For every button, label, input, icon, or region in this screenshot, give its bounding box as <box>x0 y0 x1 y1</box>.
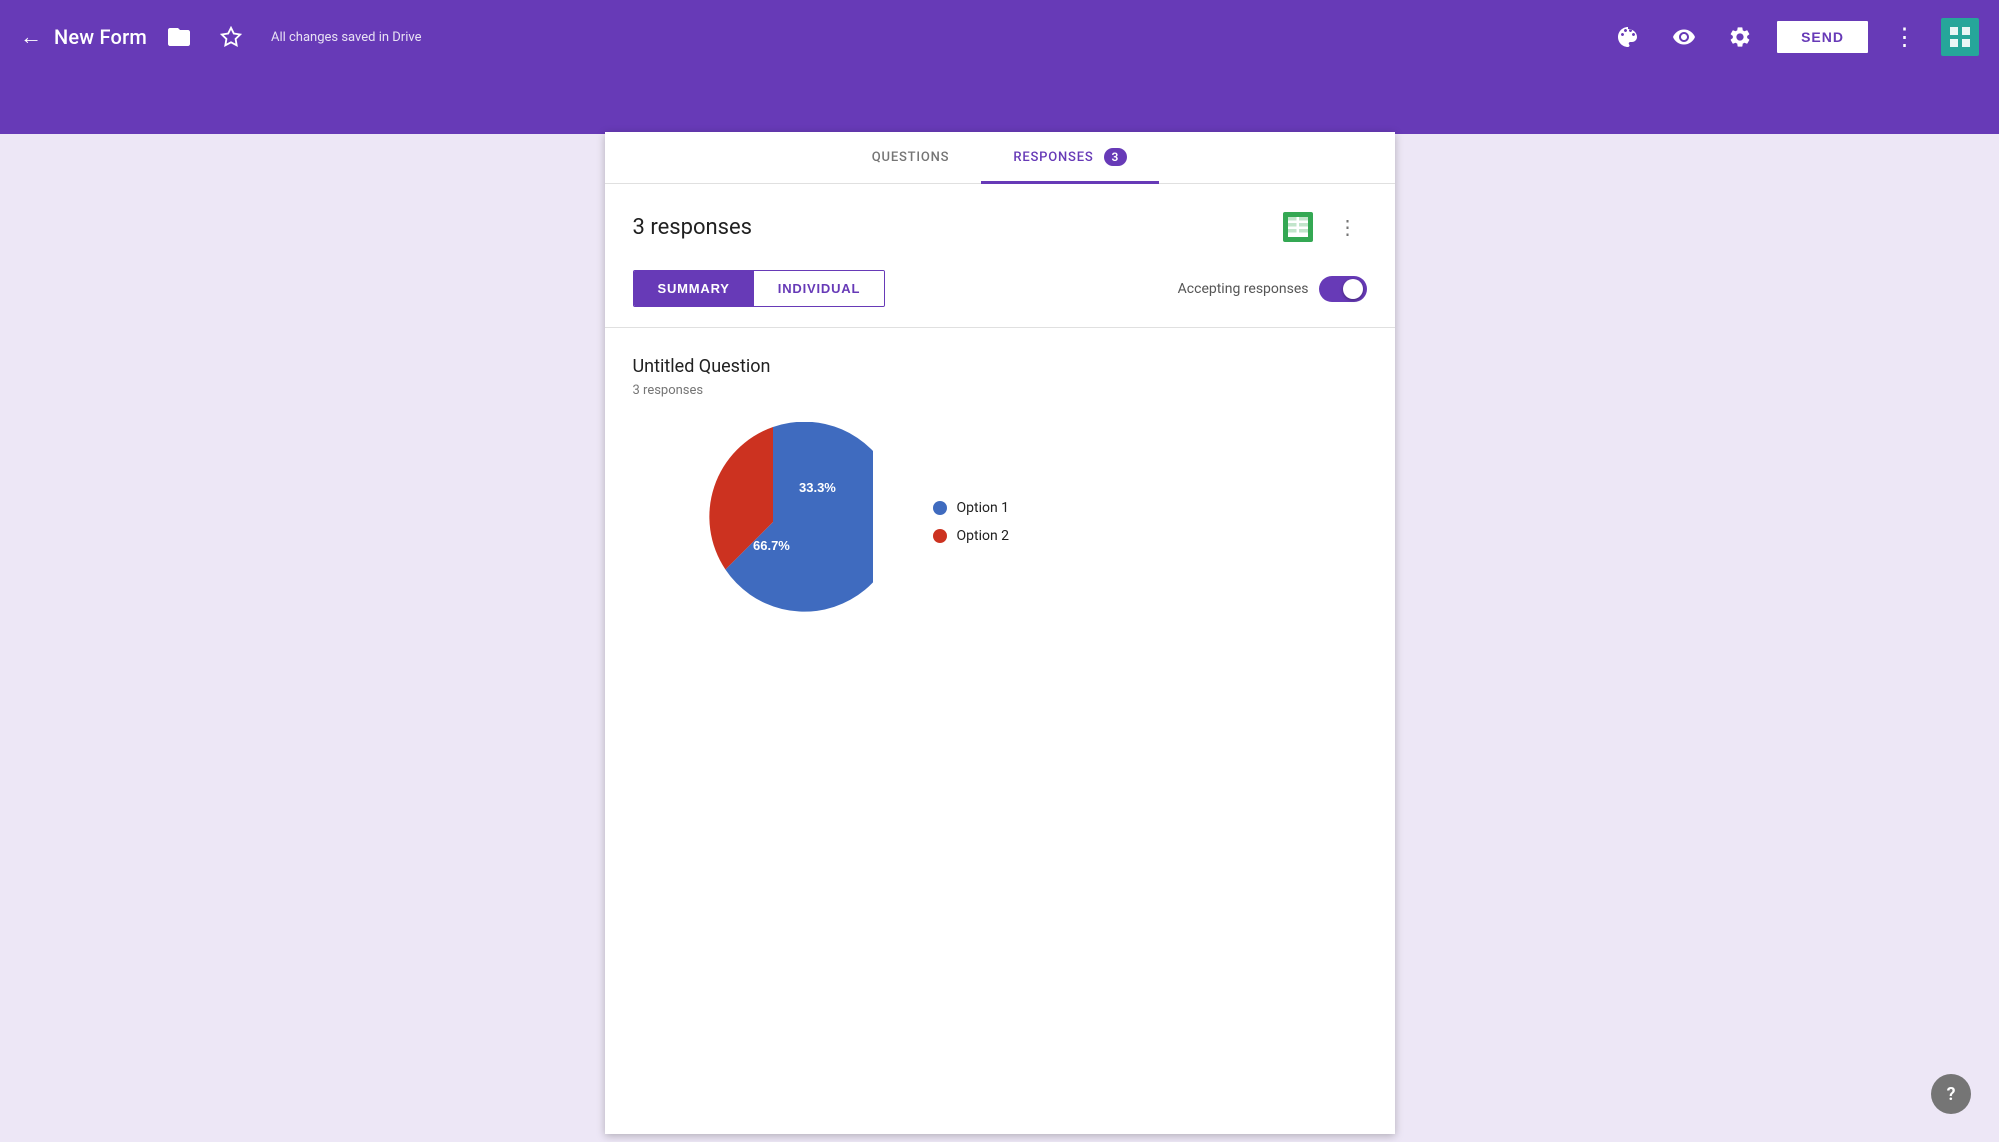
legend-option2: Option 2 <box>933 528 1010 544</box>
save-status: All changes saved in Drive <box>271 30 422 45</box>
palette-icon[interactable] <box>1608 17 1648 57</box>
accepting-toggle[interactable] <box>1319 276 1367 302</box>
question-title: Untitled Question <box>633 356 1367 377</box>
sheets-icon[interactable] <box>1279 208 1317 246</box>
star-icon[interactable] <box>211 17 251 57</box>
view-toggle: SUMMARY INDIVIDUAL Accepting responses <box>605 262 1395 327</box>
summary-button[interactable]: SUMMARY <box>634 271 754 306</box>
responses-more-icon[interactable]: ⋮ <box>1329 208 1367 246</box>
header: ← New Form All changes saved in Drive SE… <box>0 0 1999 74</box>
send-button[interactable]: SEND <box>1776 20 1869 54</box>
form-card: QUESTIONS RESPONSES 3 3 responses <box>605 132 1395 1134</box>
tab-questions[interactable]: QUESTIONS <box>840 132 982 183</box>
question-card: Untitled Question 3 responses <box>605 328 1395 662</box>
avatar[interactable] <box>1941 18 1979 56</box>
header-left: ← New Form All changes saved in Drive <box>20 17 1596 57</box>
option1-legend-label: Option 1 <box>957 500 1010 516</box>
option1-label: 66.7% <box>753 538 790 553</box>
option2-dot <box>933 529 947 543</box>
main-area: QUESTIONS RESPONSES 3 3 responses <box>0 134 1999 1134</box>
question-response-count: 3 responses <box>633 383 1367 398</box>
header-right: SEND ⋮ <box>1608 17 1979 57</box>
settings-icon[interactable] <box>1720 17 1760 57</box>
responses-actions: ⋮ <box>1279 208 1367 246</box>
legend-option1: Option 1 <box>933 500 1010 516</box>
tabs-bar: QUESTIONS RESPONSES 3 <box>605 132 1395 184</box>
accepting-label: Accepting responses <box>1178 281 1309 297</box>
responses-count: 3 responses <box>633 215 753 240</box>
individual-button[interactable]: INDIVIDUAL <box>754 271 884 306</box>
chart-legend: Option 1 Option 2 <box>933 500 1010 544</box>
back-button[interactable]: ← <box>20 24 42 50</box>
view-toggle-group: SUMMARY INDIVIDUAL <box>633 270 886 307</box>
preview-icon[interactable] <box>1664 17 1704 57</box>
option2-label: 33.3% <box>799 480 836 495</box>
option2-legend-label: Option 2 <box>957 528 1010 544</box>
help-button[interactable]: ? <box>1931 1074 1971 1114</box>
responses-header: 3 responses <box>605 184 1395 262</box>
more-options-icon[interactable]: ⋮ <box>1885 17 1925 57</box>
form-title: New Form <box>54 25 147 49</box>
pie-chart: 66.7% 33.3% <box>673 422 873 622</box>
purple-band <box>0 74 1999 134</box>
option1-dot <box>933 501 947 515</box>
folder-icon[interactable] <box>159 17 199 57</box>
accepting-responses: Accepting responses <box>1178 276 1367 302</box>
tab-responses[interactable]: RESPONSES 3 <box>981 132 1159 183</box>
responses-badge: 3 <box>1104 148 1128 166</box>
chart-area: 66.7% 33.3% Option 1 Option 2 <box>633 422 1367 622</box>
